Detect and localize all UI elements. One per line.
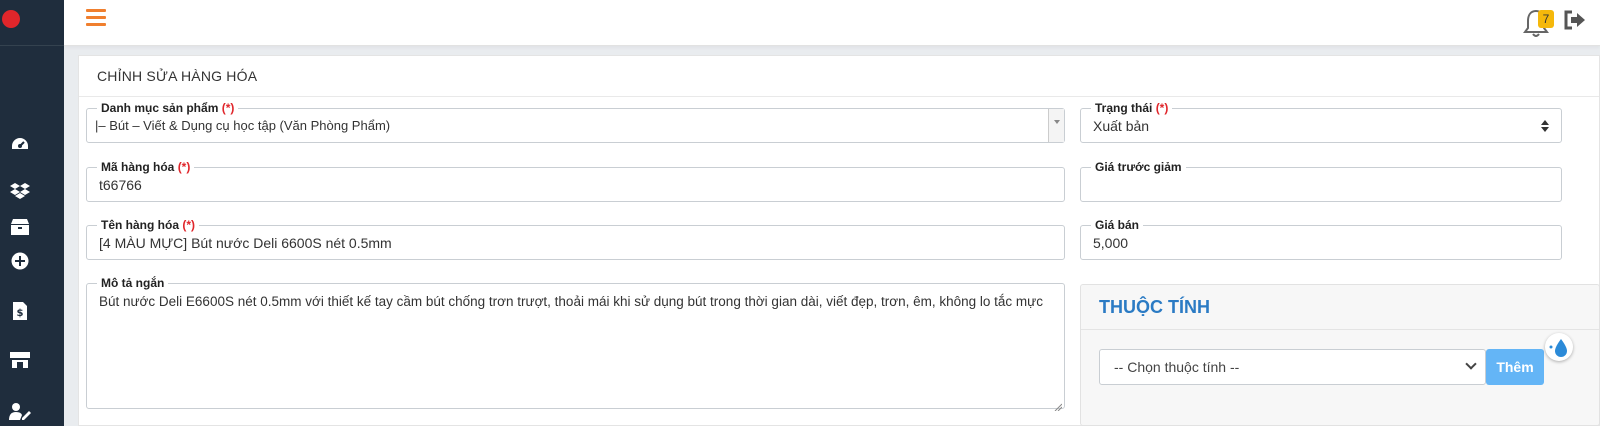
chevron-down-icon[interactable] <box>1048 109 1064 142</box>
store-icon[interactable] <box>9 349 31 371</box>
floating-widget[interactable] <box>1545 333 1573 361</box>
water-drop-icon <box>1549 339 1567 357</box>
dropbox-icon[interactable] <box>9 180 31 202</box>
category-label: Danh mục sản phẩm (*) <box>97 101 239 115</box>
svg-text:$: $ <box>17 308 24 319</box>
short-description-textarea[interactable]: Mô tả ngắn Bút nước Deli E6600S nét 0.5m… <box>86 276 1065 412</box>
short-description-value: Bút nước Deli E6600S nét 0.5mm với thiết… <box>99 294 1043 309</box>
attributes-panel: THUỘC TÍNH -- Chọn thuộc tính -- Thêm <box>1080 284 1600 426</box>
add-attribute-button[interactable]: Thêm <box>1486 349 1544 385</box>
chevron-down-icon <box>1465 358 1477 370</box>
logo-bar <box>0 0 64 46</box>
logout-icon[interactable] <box>1564 10 1586 30</box>
plus-circle-icon[interactable] <box>9 250 31 272</box>
dashboard-icon[interactable] <box>9 133 31 155</box>
price-label: Giá bán <box>1091 218 1144 232</box>
sku-field[interactable]: Mã hàng hóa (*) t66766 <box>86 160 1065 202</box>
product-name-label: Tên hàng hóa (*) <box>97 218 200 232</box>
notification-badge: 7 <box>1538 10 1554 28</box>
sku-label: Mã hàng hóa (*) <box>97 160 195 174</box>
short-description-label: Mô tả ngắn <box>97 276 169 290</box>
attribute-select[interactable]: -- Chọn thuộc tính -- <box>1099 349 1486 385</box>
user-edit-icon[interactable] <box>9 400 31 422</box>
divider <box>1081 329 1599 330</box>
product-name-field[interactable]: Tên hàng hóa (*) [4 MÀU MỰC] Bút nước De… <box>86 218 1065 260</box>
box-icon[interactable] <box>9 216 31 238</box>
attribute-select-value: -- Chọn thuộc tính -- <box>1114 359 1240 375</box>
logo-icon[interactable] <box>2 10 20 28</box>
price-before-field[interactable]: Giá trước giảm <box>1080 160 1562 202</box>
resize-handle-icon[interactable] <box>1054 398 1063 412</box>
status-label: Trạng thái (*) <box>1091 101 1173 115</box>
page-title: CHỈNH SỬA HÀNG HÓA <box>97 68 258 84</box>
category-select[interactable]: Danh mục sản phẩm (*) |– Bút – Viết & Dụ… <box>86 101 1065 143</box>
category-value: |– Bút – Viết & Dụng cụ học tập (Văn Phò… <box>95 118 391 133</box>
sku-value: t66766 <box>99 177 142 193</box>
price-value: 5,000 <box>1093 235 1129 251</box>
updown-arrow-icon <box>1541 119 1549 132</box>
status-select[interactable]: Trạng thái (*) Xuất bản <box>1080 101 1562 143</box>
menu-toggle-icon[interactable] <box>86 9 106 29</box>
sidebar: $ <box>0 0 64 426</box>
product-name-value: [4 MÀU MỰC] Bút nước Deli 6600S nét 0.5m… <box>99 235 392 251</box>
invoice-icon[interactable]: $ <box>9 300 31 322</box>
top-navbar: 7 <box>64 0 1600 46</box>
price-before-label: Giá trước giảm <box>1091 160 1186 174</box>
status-value: Xuất bản <box>1093 118 1150 134</box>
divider <box>79 96 1599 97</box>
attributes-title: THUỘC TÍNH <box>1099 297 1210 317</box>
price-field[interactable]: Giá bán 5,000 <box>1080 218 1562 260</box>
